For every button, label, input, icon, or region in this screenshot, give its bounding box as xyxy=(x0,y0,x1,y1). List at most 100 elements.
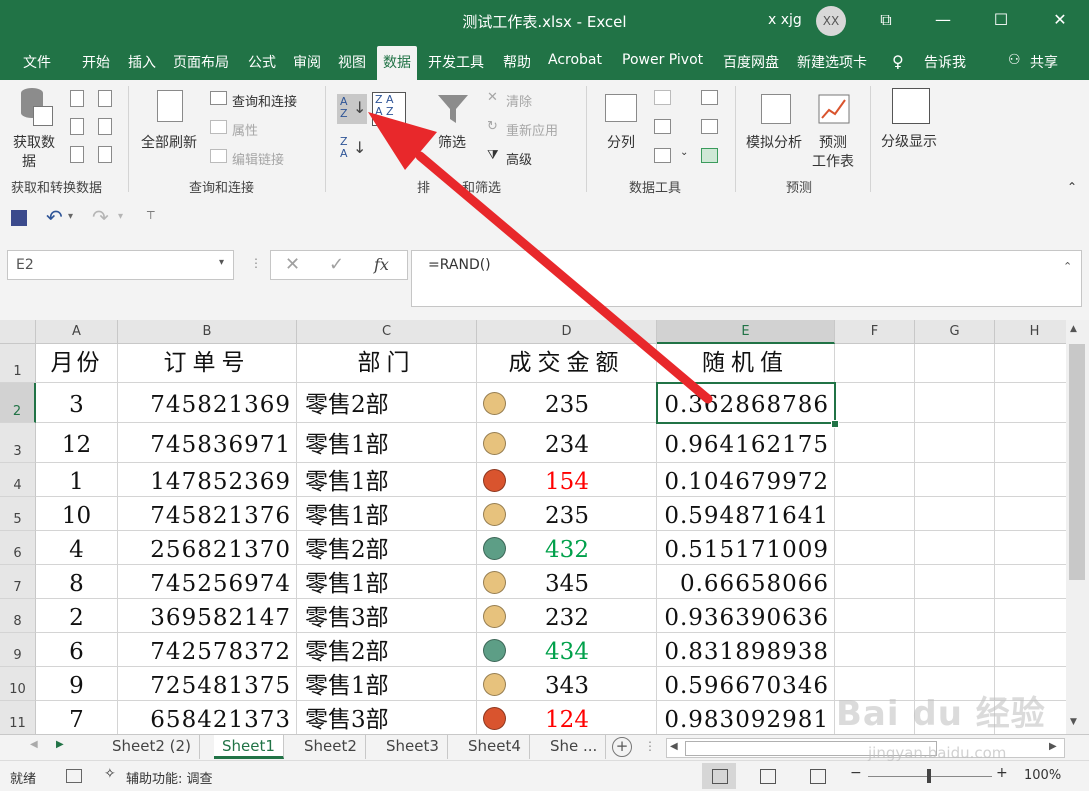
tab-new-tab[interactable]: 新建选项卡 xyxy=(797,52,867,72)
cell-amount[interactable]: 343 xyxy=(477,667,657,701)
column-header-d[interactable]: D xyxy=(477,320,657,344)
enter-icon[interactable]: ✓ xyxy=(329,254,344,275)
relationships-icon[interactable] xyxy=(701,119,718,134)
cell-rand[interactable]: 0.936390636 xyxy=(657,599,835,633)
tab-file[interactable]: 文件 xyxy=(23,52,51,72)
column-header-f[interactable]: F xyxy=(835,320,915,344)
macro-record-icon[interactable] xyxy=(66,769,82,783)
tab-acrobat[interactable]: Acrobat xyxy=(548,52,602,68)
sort-ascending-button[interactable]: AZ ↓ xyxy=(337,94,367,124)
empty-cell[interactable] xyxy=(995,497,1066,531)
row-header-5[interactable]: 5 xyxy=(0,497,36,531)
row-header-7[interactable]: 7 xyxy=(0,565,36,599)
cell-month[interactable]: 2 xyxy=(36,599,118,633)
empty-cell[interactable] xyxy=(915,633,995,667)
scroll-down-icon[interactable]: ▼ xyxy=(1070,717,1077,727)
empty-cell[interactable] xyxy=(835,565,915,599)
row-header-1[interactable]: 1 xyxy=(0,344,36,383)
cell-order[interactable]: 256821370 xyxy=(118,531,297,565)
column-header-a[interactable]: A xyxy=(36,320,118,344)
remove-duplicates-icon[interactable] xyxy=(654,119,671,134)
existing-connections-icon[interactable] xyxy=(98,118,112,135)
flash-fill-icon[interactable] xyxy=(654,90,671,105)
scrollbar-thumb[interactable] xyxy=(1069,344,1085,580)
data-model-icon[interactable] xyxy=(701,148,718,163)
vertical-scrollbar[interactable]: ▲ ▼ xyxy=(1066,320,1089,734)
cell-month[interactable]: 3 xyxy=(36,383,118,423)
sheet-tab-sheet2[interactable]: Sheet2 xyxy=(296,735,366,759)
name-box-dropdown-icon[interactable]: ▾ xyxy=(219,257,224,268)
tab-page-layout[interactable]: 页面布局 xyxy=(173,52,229,72)
empty-cell[interactable] xyxy=(835,383,915,423)
tab-help[interactable]: 帮助 xyxy=(503,52,531,72)
cell-rand[interactable]: 0.66658066 xyxy=(657,565,835,599)
add-sheet-icon[interactable]: + xyxy=(612,737,632,757)
from-text-icon[interactable] xyxy=(70,90,84,107)
select-all-corner[interactable] xyxy=(0,320,36,344)
row-header-8[interactable]: 8 xyxy=(0,599,36,633)
cell-amount[interactable]: 434 xyxy=(477,633,657,667)
empty-cell[interactable] xyxy=(915,463,995,497)
name-box[interactable]: E2 xyxy=(7,250,234,280)
empty-cell[interactable] xyxy=(835,463,915,497)
minimize-button[interactable]: — xyxy=(930,8,956,32)
cell-rand[interactable]: 0.596670346 xyxy=(657,667,835,701)
empty-cell[interactable] xyxy=(995,463,1066,497)
cell-rand[interactable]: 0.983092981 xyxy=(657,701,835,734)
cell-amount[interactable]: 432 xyxy=(477,531,657,565)
cancel-icon[interactable]: ✕ xyxy=(285,254,300,275)
empty-cell[interactable] xyxy=(995,423,1066,463)
empty-cell[interactable] xyxy=(835,599,915,633)
tab-view[interactable]: 视图 xyxy=(338,52,366,72)
cell-dept[interactable]: 零售1部 xyxy=(297,497,477,531)
cell-amount[interactable]: 154 xyxy=(477,463,657,497)
empty-cell[interactable] xyxy=(915,531,995,565)
tab-splitter-icon[interactable]: ⋮ xyxy=(644,739,656,753)
queries-connections-button[interactable]: 查询和连接 xyxy=(232,91,297,110)
cell-month[interactable]: 8 xyxy=(36,565,118,599)
row-header-9[interactable]: 9 xyxy=(0,633,36,667)
cell-rand[interactable]: 0.515171009 xyxy=(657,531,835,565)
undo-icon[interactable]: ↶ xyxy=(46,205,63,229)
cell-rand[interactable]: 0.831898938 xyxy=(657,633,835,667)
row-header-10[interactable]: 10 xyxy=(0,667,36,701)
row-header-3[interactable]: 3 xyxy=(0,423,36,463)
tab-formulas[interactable]: 公式 xyxy=(248,52,276,72)
advanced-filter-button[interactable]: 高级 xyxy=(506,149,532,168)
tab-baidu-netdisk[interactable]: 百度网盘 xyxy=(723,52,779,72)
zoom-level[interactable]: 100% xyxy=(1024,768,1061,783)
lightbulb-icon[interactable]: ♀ xyxy=(892,52,904,71)
cell-rand[interactable]: 0.964162175 xyxy=(657,423,835,463)
cell-dept[interactable]: 零售2部 xyxy=(297,633,477,667)
accessibility-icon[interactable]: ✧ xyxy=(104,766,116,782)
cell-order[interactable]: 725481375 xyxy=(118,667,297,701)
cell-dept[interactable]: 零售1部 xyxy=(297,667,477,701)
cell-amount[interactable]: 235 xyxy=(477,497,657,531)
undo-dropdown-icon[interactable]: ▾ xyxy=(68,211,73,222)
formula-input[interactable]: =RAND() xyxy=(411,250,1082,307)
empty-cell[interactable] xyxy=(995,531,1066,565)
column-header-b[interactable]: B xyxy=(118,320,297,344)
cell-dept[interactable]: 零售2部 xyxy=(297,531,477,565)
fill-handle[interactable] xyxy=(831,420,839,428)
empty-cell[interactable] xyxy=(995,344,1066,383)
cell-month[interactable]: 6 xyxy=(36,633,118,667)
row-header-2[interactable]: 2 xyxy=(0,383,36,423)
from-table-icon[interactable] xyxy=(70,146,84,163)
row-header-4[interactable]: 4 xyxy=(0,463,36,497)
column-header-c[interactable]: C xyxy=(297,320,477,344)
clear-filter-button[interactable]: 清除 xyxy=(506,91,532,110)
row-header-6[interactable]: 6 xyxy=(0,531,36,565)
sheet-tab-more[interactable]: She ... xyxy=(542,735,607,759)
scroll-tabs-right-icon[interactable]: ▶ xyxy=(56,739,64,750)
cell-dept[interactable]: 零售3部 xyxy=(297,701,477,734)
maximize-button[interactable]: ☐ xyxy=(988,8,1014,32)
reapply-icon[interactable]: ↻ xyxy=(487,119,498,134)
user-name[interactable]: x xjg xyxy=(768,12,802,28)
column-header-h[interactable]: H xyxy=(995,320,1066,344)
collapse-ribbon-icon[interactable]: ⌃ xyxy=(1067,180,1077,194)
cell-order[interactable]: 745821369 xyxy=(118,383,297,423)
cell-month[interactable]: 4 xyxy=(36,531,118,565)
consolidate-icon[interactable] xyxy=(701,90,718,105)
normal-view-button[interactable] xyxy=(702,763,736,789)
